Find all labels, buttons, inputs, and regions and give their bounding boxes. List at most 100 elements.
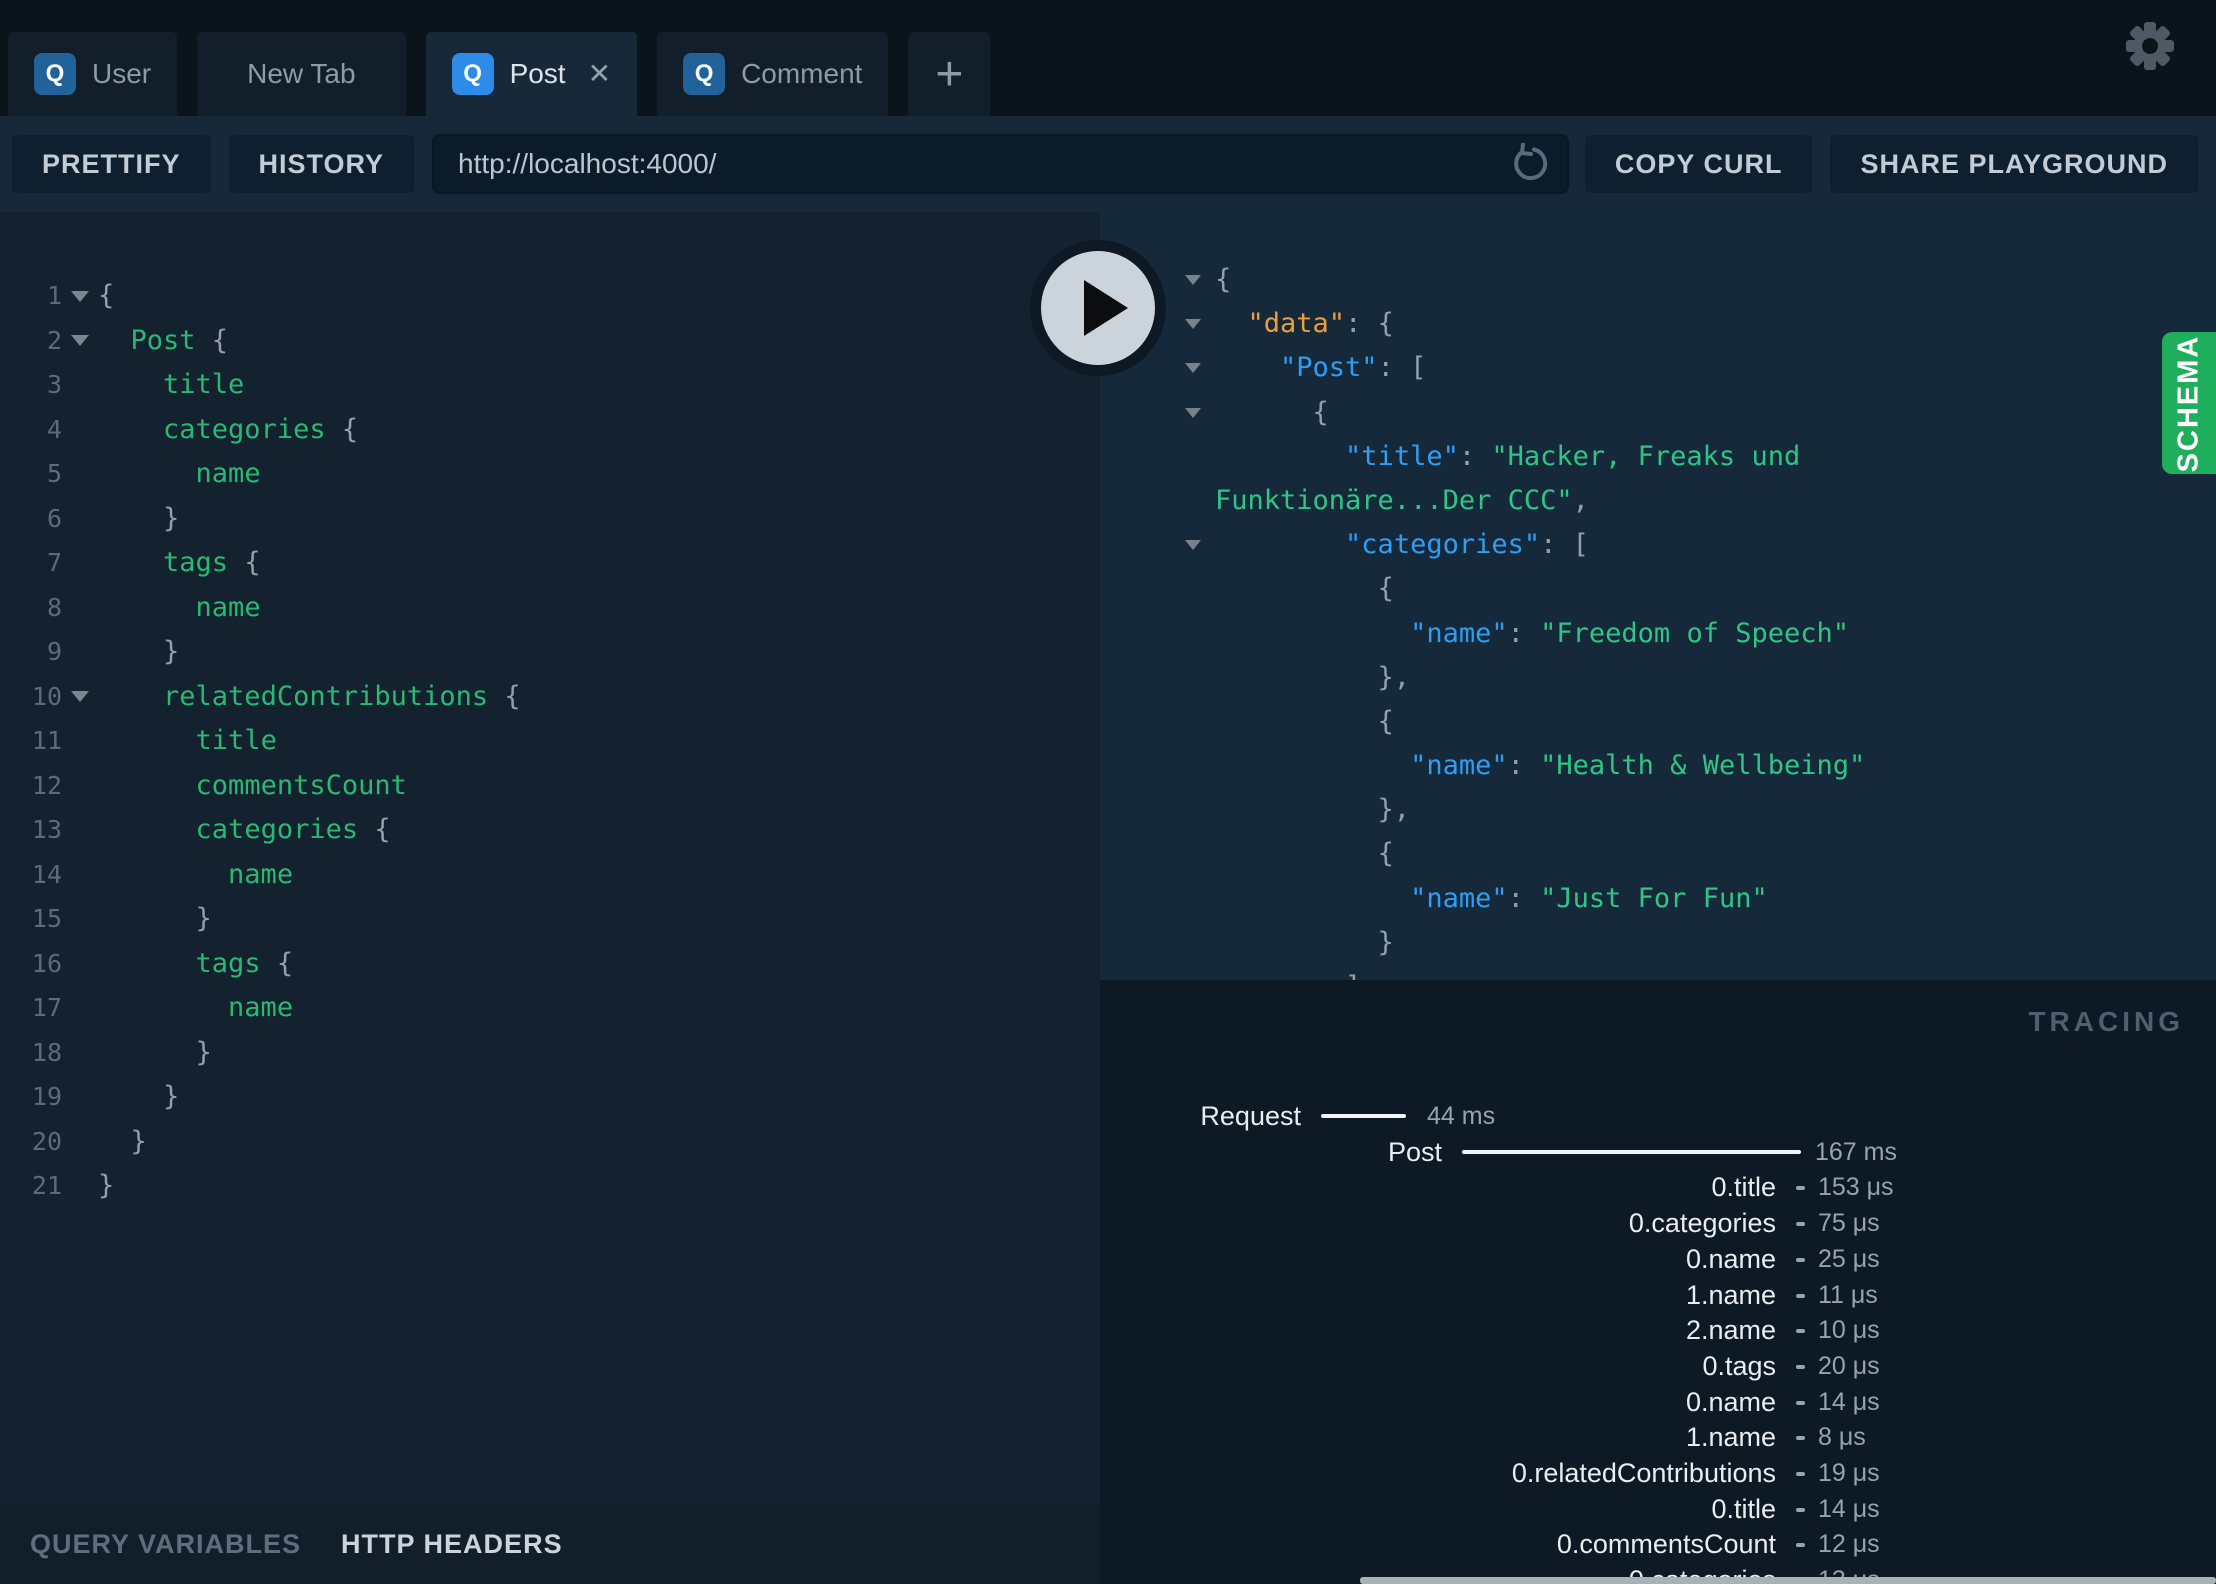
- history-button[interactable]: HISTORY: [228, 135, 415, 193]
- response-viewer[interactable]: { "data": { "Post": [ { "title": "Hacker…: [1100, 212, 2216, 980]
- query-code: name: [98, 586, 261, 631]
- tab-post[interactable]: Q Post ✕: [425, 32, 638, 116]
- query-code: commentsCount: [98, 764, 407, 809]
- tab-comment[interactable]: Q Comment: [657, 32, 889, 116]
- query-code: tags {: [98, 541, 261, 586]
- new-tab-button[interactable]: +: [908, 32, 991, 116]
- query-variables-tab[interactable]: QUERY VARIABLES: [30, 1529, 301, 1560]
- trace-dash-icon: [1796, 1329, 1805, 1334]
- close-tab-icon[interactable]: ✕: [588, 60, 611, 88]
- endpoint-input[interactable]: http://localhost:4000/: [432, 134, 1569, 194]
- code-token: "name": [1410, 750, 1508, 782]
- query-line: 13 categories {: [0, 808, 1100, 853]
- response-gutter: [1100, 567, 1215, 611]
- query-code: title: [98, 363, 244, 408]
- fold-gutter: [62, 586, 98, 631]
- code-token: {: [1377, 308, 1394, 340]
- line-number: 16: [31, 948, 62, 978]
- code-token: title: [163, 369, 245, 400]
- response-code: {: [1215, 832, 1394, 876]
- code-token: }: [98, 1170, 115, 1201]
- fold-arrow-icon[interactable]: [62, 274, 98, 319]
- response-line: {: [1100, 700, 2216, 744]
- code-token: {: [358, 814, 391, 845]
- reload-schema-icon[interactable]: [1509, 143, 1551, 185]
- fold-arrow-icon[interactable]: [62, 675, 98, 720]
- trace-duration-value: 20 μs: [1818, 1351, 1880, 1380]
- response-code: {: [1215, 700, 1394, 744]
- code-token: :: [1345, 308, 1378, 340]
- trace-duration-value: 14 μs: [1818, 1387, 1880, 1416]
- trace-dash-icon: [1796, 1222, 1805, 1227]
- trace-field-label: 0.commentsCount: [1556, 1529, 1776, 1560]
- response-line: {: [1100, 391, 2216, 435]
- tab-new-tab[interactable]: New Tab: [197, 32, 406, 116]
- fold-gutter: [62, 497, 98, 542]
- tab-user[interactable]: Q User: [8, 32, 178, 116]
- trace-duration-bar: [1462, 1149, 1801, 1154]
- tab-label: Comment: [741, 58, 863, 89]
- response-code: "data": {: [1215, 302, 1394, 346]
- code-token: :: [1377, 352, 1411, 384]
- fold-arrow-icon[interactable]: [62, 319, 98, 364]
- chevron-down-icon: [1185, 407, 1201, 418]
- response-line: {: [1100, 567, 2216, 611]
- trace-duration-bar: [1321, 1114, 1406, 1118]
- trace-field-label: 0.relatedContributions: [1511, 1458, 1776, 1488]
- response-line: {: [1100, 258, 2216, 302]
- query-line: 14 name: [0, 853, 1100, 898]
- code-token: "Just For Fun": [1540, 882, 1768, 914]
- query-line: 2 Post {: [0, 319, 1100, 364]
- tracing-row: 0.relatedContributions 19 μs: [1100, 1455, 2216, 1491]
- trace-duration-value: 25 μs: [1818, 1244, 1880, 1273]
- prettify-button[interactable]: PRETTIFY: [12, 135, 211, 193]
- code-token: "name": [1410, 617, 1508, 649]
- fold-gutter: [62, 942, 98, 987]
- response-gutter: [1100, 435, 1215, 479]
- share-playground-button[interactable]: SHARE PLAYGROUND: [1830, 135, 2198, 193]
- collapse-arrow-icon[interactable]: [1100, 391, 1215, 435]
- settings-gear-button[interactable]: [2124, 20, 2176, 72]
- code-token: }: [98, 1125, 147, 1157]
- query-badge-icon: Q: [451, 53, 494, 95]
- result-pane: { "data": { "Post": [ { "title": "Hacker…: [1100, 212, 2216, 1584]
- code-token: [: [1572, 529, 1589, 561]
- collapse-arrow-icon[interactable]: [1100, 523, 1215, 567]
- response-code: {: [1215, 567, 1394, 611]
- line-number: 13: [31, 815, 62, 844]
- trace-duration-value: 167 ms: [1815, 1137, 1897, 1166]
- code-token: }: [1215, 926, 1394, 958]
- code-token: Funktionäre...Der CCC": [1215, 484, 1573, 516]
- query-code: }: [98, 497, 179, 542]
- http-headers-tab[interactable]: HTTP HEADERS: [341, 1529, 563, 1560]
- line-number: 20: [31, 1126, 62, 1156]
- trace-field-label: 0.categories: [1628, 1208, 1776, 1239]
- code-token: "data": [1247, 308, 1346, 340]
- response-gutter: [1100, 832, 1215, 876]
- fold-gutter: [62, 764, 98, 809]
- tracing-horizontal-scrollbar[interactable]: [1360, 1577, 2216, 1584]
- line-number: 19: [31, 1082, 62, 1111]
- tab-label: User: [92, 58, 152, 89]
- query-line: 7 tags {: [0, 541, 1100, 586]
- query-line: 19 }: [0, 1075, 1100, 1120]
- fold-gutter: [62, 452, 98, 497]
- trace-field-label: 0.name: [1685, 1386, 1776, 1417]
- code-token: }: [98, 636, 180, 667]
- schema-sidebar-tab[interactable]: SCHEMA: [2162, 332, 2216, 474]
- endpoint-url[interactable]: http://localhost:4000/: [458, 148, 1509, 180]
- code-token: {: [260, 947, 294, 979]
- query-editor[interactable]: 1{2 Post {3 title 4 categories {5 name 6 }…: [0, 212, 1100, 1505]
- copy-curl-button[interactable]: COPY CURL: [1584, 135, 1813, 193]
- trace-duration-value: 14 μs: [1818, 1494, 1880, 1523]
- execute-query-button[interactable]: [1030, 240, 1166, 376]
